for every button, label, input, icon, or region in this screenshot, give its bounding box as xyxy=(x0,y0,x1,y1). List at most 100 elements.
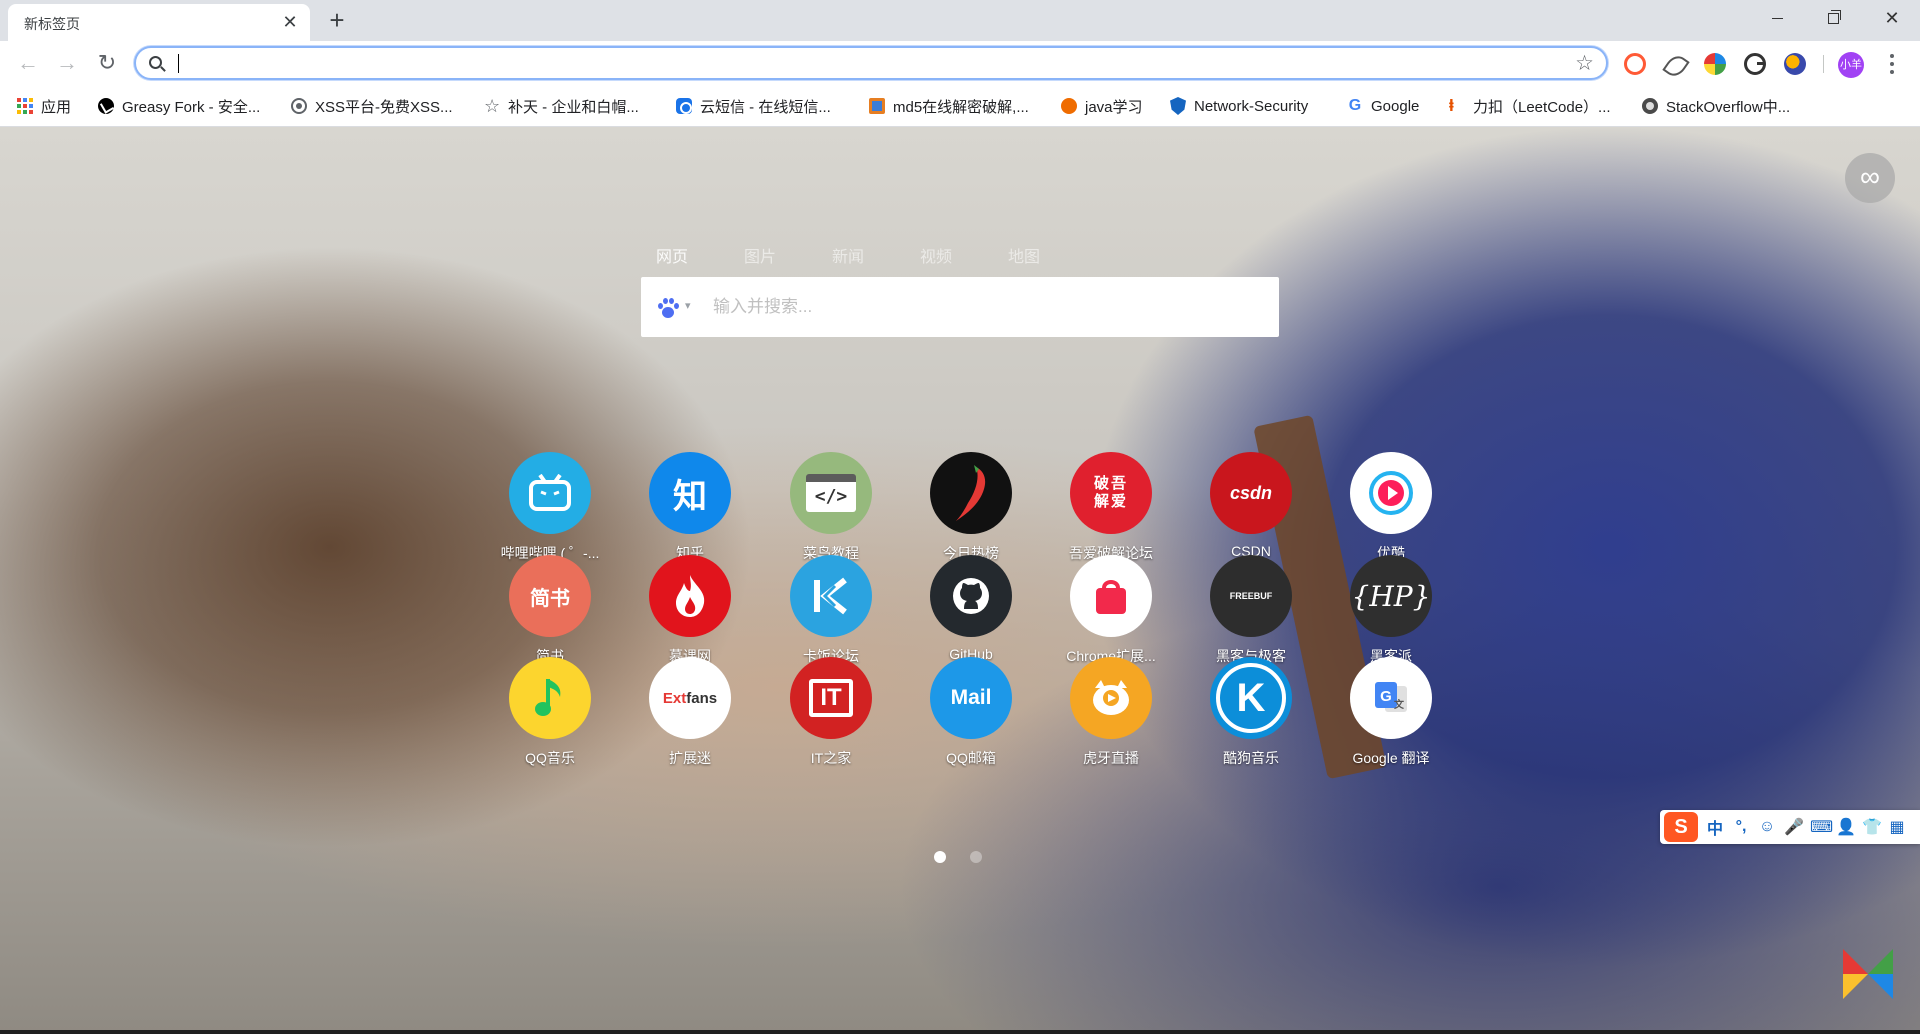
shortcut-extfans[interactable]: Ext fans 扩展迷 xyxy=(620,657,760,767)
bookmark-label: Network-Security xyxy=(1194,97,1309,115)
tab-new-tab[interactable]: 新标签页 ✕ xyxy=(8,4,310,41)
kugou-icon: K xyxy=(1210,657,1292,739)
ime-punctuation[interactable]: °, xyxy=(1732,818,1750,836)
shortcut-csdn[interactable]: csdn CSDN xyxy=(1181,452,1321,562)
shortcut-imooc[interactable]: 慕课网 xyxy=(620,555,760,665)
tamper-ext-icon[interactable] xyxy=(1704,53,1726,75)
search-tab-news[interactable]: 新闻 xyxy=(832,243,920,267)
bookmark-leetcode[interactable]: ⱡ 力扣（LeetCode）... xyxy=(1449,94,1611,118)
menu-dots-icon[interactable] xyxy=(1882,50,1902,78)
infinity-settings-button[interactable]: ∞ xyxy=(1845,153,1895,203)
bookmark-java[interactable]: java学习 xyxy=(1061,94,1143,118)
jianshu-icon: 简书 xyxy=(509,555,591,637)
extfans-icon: Ext fans xyxy=(649,657,731,739)
bilibili-icon xyxy=(509,452,591,534)
back-button[interactable]: ← xyxy=(13,48,43,78)
shortcut-ithome[interactable]: IT IT之家 xyxy=(761,657,901,767)
ime-user-icon[interactable]: 👤 xyxy=(1836,817,1856,837)
engine-dropdown-icon[interactable]: ▾ xyxy=(685,299,691,312)
shortcut-google-translate[interactable]: G文 Google 翻译 xyxy=(1321,657,1461,767)
new-tab-button[interactable]: + xyxy=(322,6,352,36)
svg-text:文: 文 xyxy=(1394,698,1405,711)
search-input[interactable] xyxy=(713,293,1263,321)
bookmark-xss[interactable]: XSS平台-免费XSS... xyxy=(291,94,453,118)
kafan-icon xyxy=(790,555,872,637)
shortcut-chrome-store[interactable]: Chrome扩展... xyxy=(1041,555,1181,665)
bookmark-butian[interactable]: ☆ 补天 - 企业和白帽... xyxy=(484,94,639,118)
shortcut-qqmusic[interactable]: QQ音乐 xyxy=(480,657,620,767)
page-dot-1[interactable] xyxy=(934,851,946,863)
shortcut-youku[interactable]: 优酷 xyxy=(1321,452,1461,562)
shortcut-kafan[interactable]: 卡饭论坛 xyxy=(761,555,901,665)
tab-title: 新标签页 xyxy=(24,16,80,32)
firefox-like-ext-icon[interactable] xyxy=(1784,53,1806,75)
bookmark-md5[interactable]: md5在线解密破解,... xyxy=(869,94,1029,118)
shortcut-qqmail[interactable]: Mail QQ邮箱 xyxy=(901,657,1041,767)
shortcut-hackpai[interactable]: {HP} 黑客派 xyxy=(1321,555,1461,665)
shortcut-52pojie[interactable]: 破吾解爱 吾爱破解论坛 xyxy=(1041,452,1181,562)
shortcut-label: QQ音乐 xyxy=(525,750,575,766)
bookmark-apps[interactable]: 应用 xyxy=(17,94,71,118)
shortcut-tophub[interactable]: 今日热榜 xyxy=(901,452,1041,562)
ime-chinese-mode[interactable]: 中 xyxy=(1706,815,1724,839)
svg-text:G: G xyxy=(1380,688,1392,705)
omnibox[interactable]: ☆ xyxy=(134,46,1608,80)
ime-toolbox-icon[interactable]: ▦ xyxy=(1888,817,1906,837)
search-tab-video[interactable]: 视频 xyxy=(920,243,1008,267)
extfans-fans-text: fans xyxy=(686,689,718,707)
forward-button[interactable]: → xyxy=(52,48,82,78)
bookmark-greasyfork[interactable]: Greasy Fork - 安全... xyxy=(98,94,260,118)
bookmark-label: 力扣（LeetCode）... xyxy=(1473,98,1611,116)
infinity-ext-icon[interactable] xyxy=(1624,53,1646,75)
imooc-icon xyxy=(649,555,731,637)
shortcut-kugou[interactable]: K 酷狗音乐 xyxy=(1181,657,1321,767)
md5-icon xyxy=(869,98,885,114)
shortcut-huya[interactable]: 虎牙直播 xyxy=(1041,657,1181,767)
shortcut-jianshu[interactable]: 简书 简书 xyxy=(480,555,620,665)
sogou-logo-icon[interactable]: S xyxy=(1664,812,1698,842)
page-dot-2[interactable] xyxy=(970,851,982,863)
shortcut-label: QQ邮箱 xyxy=(946,750,996,766)
bookmark-network-security[interactable]: Network-Security xyxy=(1170,94,1308,118)
tab-close-icon[interactable]: ✕ xyxy=(280,12,300,32)
shortcut-zhihu[interactable]: 知 知乎 xyxy=(620,452,760,562)
shortcut-label: 虎牙直播 xyxy=(1083,750,1139,766)
ime-skin-icon[interactable]: 👕 xyxy=(1862,817,1882,837)
shortcut-freebuf[interactable]: FREEBUF 黑客与极客 xyxy=(1181,555,1321,665)
shortcut-github[interactable]: GitHub xyxy=(901,555,1041,665)
bookmark-star-icon[interactable]: ☆ xyxy=(1575,51,1594,76)
pinwheel-icon[interactable] xyxy=(1843,949,1893,999)
bookmark-sms[interactable]: 云短信 - 在线短信... xyxy=(676,94,831,118)
bookmark-label: XSS平台-免费XSS... xyxy=(315,98,453,116)
youku-icon xyxy=(1350,452,1432,534)
bookmark-stackoverflow[interactable]: StackOverflow中... xyxy=(1642,94,1790,118)
grammarly-ext-icon[interactable] xyxy=(1744,53,1766,75)
search-tab-images[interactable]: 图片 xyxy=(744,243,832,267)
toolbar-divider xyxy=(1823,55,1824,73)
baidu-paw-icon[interactable] xyxy=(657,297,679,319)
shortcut-label: 扩展迷 xyxy=(669,750,711,766)
apps-grid-icon xyxy=(17,98,33,114)
minimize-button[interactable] xyxy=(1749,0,1805,36)
address-input[interactable] xyxy=(176,52,1536,76)
feather-ext-icon[interactable] xyxy=(1664,53,1686,75)
shortcut-runoob[interactable]: </> 菜鸟教程 xyxy=(761,452,901,562)
sms-icon xyxy=(676,98,692,114)
bookmark-label: 云短信 - 在线短信... xyxy=(700,98,831,116)
search-tab-maps[interactable]: 地图 xyxy=(1008,243,1096,267)
bookmark-label: 应用 xyxy=(41,98,72,116)
search-tab-web[interactable]: 网页 xyxy=(656,243,744,267)
zhihu-icon: 知 xyxy=(649,452,731,534)
ime-voice-icon[interactable]: 🎤 xyxy=(1784,817,1804,837)
tab-strip: 新标签页 ✕ + ✕ xyxy=(0,0,1920,41)
restore-button[interactable] xyxy=(1805,0,1861,36)
profile-avatar[interactable]: 小羊 xyxy=(1838,52,1864,78)
shortcut-bilibili[interactable]: 哔哩哔哩 ( ゜-... xyxy=(480,452,620,562)
ime-emoji-icon[interactable]: ☺ xyxy=(1758,818,1776,836)
globe-icon xyxy=(1642,98,1658,114)
close-window-button[interactable]: ✕ xyxy=(1864,0,1920,36)
bookmark-google[interactable]: G Google xyxy=(1347,94,1420,118)
bookmarks-bar: 应用 Greasy Fork - 安全... XSS平台-免费XSS... ☆ … xyxy=(0,86,1920,127)
ime-keyboard-icon[interactable]: ⌨ xyxy=(1810,817,1833,837)
reload-button[interactable]: ↻ xyxy=(92,48,122,78)
